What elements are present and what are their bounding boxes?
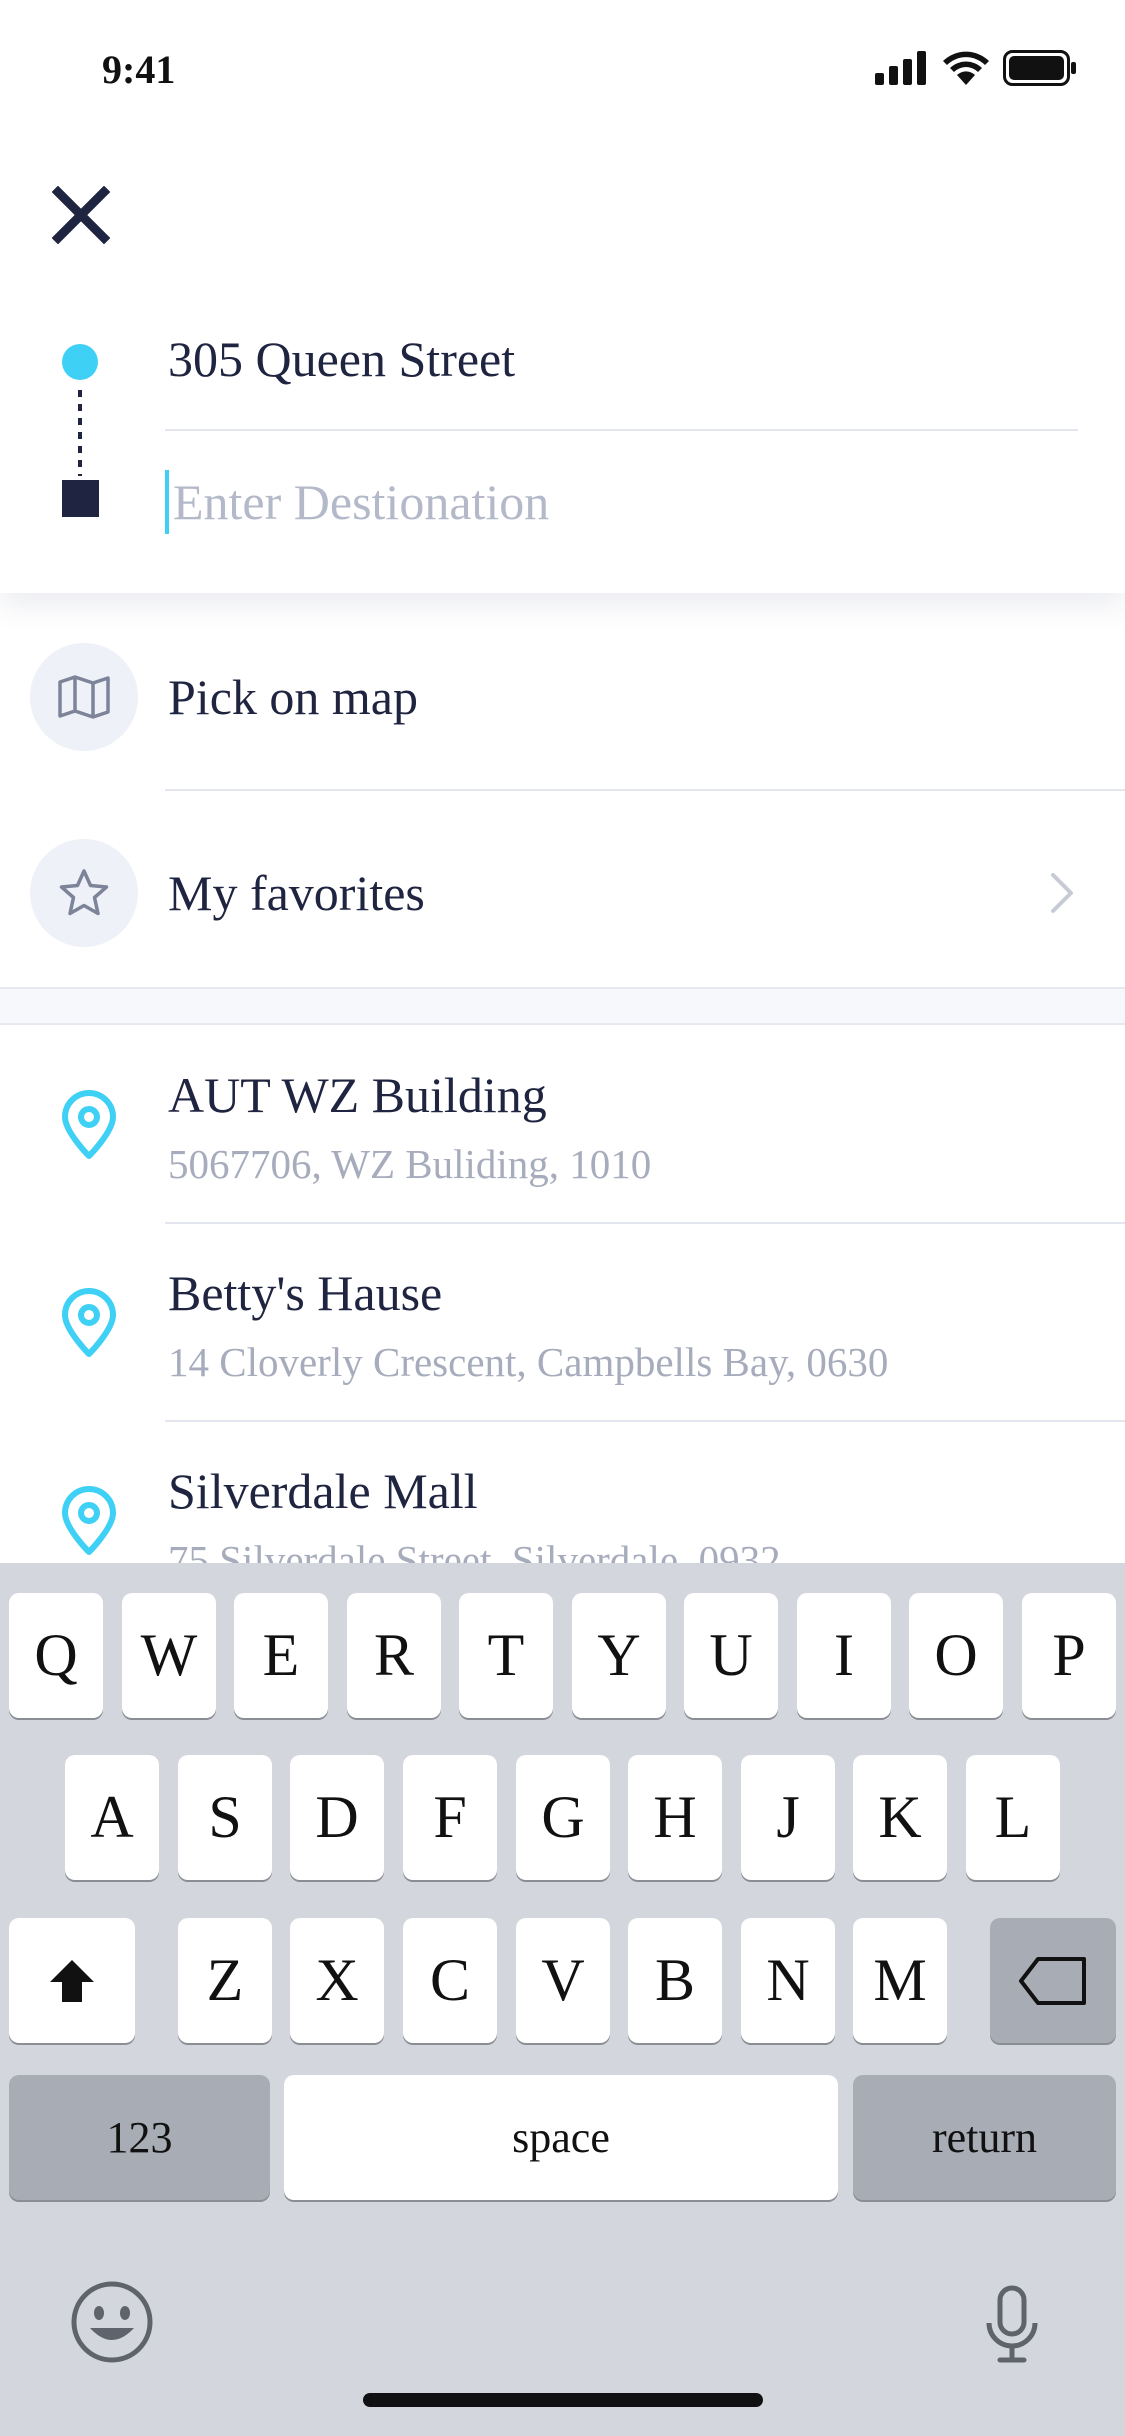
key-h[interactable]: H xyxy=(628,1755,722,1880)
emoji-icon[interactable] xyxy=(70,2280,154,2364)
battery-icon xyxy=(1003,50,1076,86)
key-n[interactable]: N xyxy=(741,1918,835,2043)
key-c[interactable]: C xyxy=(403,1918,497,2043)
place-address: 5067706, WZ Buliding, 1010 xyxy=(168,1141,652,1187)
map-icon-badge xyxy=(30,643,138,751)
key-y[interactable]: Y xyxy=(572,1593,666,1718)
key-d[interactable]: D xyxy=(290,1755,384,1880)
key-g[interactable]: G xyxy=(516,1755,610,1880)
delete-key[interactable] xyxy=(990,1918,1116,2043)
numbers-key[interactable]: 123 xyxy=(9,2075,270,2200)
key-j[interactable]: J xyxy=(741,1755,835,1880)
shift-key[interactable] xyxy=(9,1918,135,2043)
key-m[interactable]: M xyxy=(853,1918,947,2043)
close-button[interactable] xyxy=(46,180,116,250)
close-icon xyxy=(52,186,110,244)
key-r[interactable]: R xyxy=(347,1593,441,1718)
option-label: Pick on map xyxy=(168,669,418,725)
star-icon xyxy=(59,869,109,916)
place-title: Betty's Hause xyxy=(168,1265,443,1321)
recent-place-row[interactable]: AUT WZ Building 5067706, WZ Buliding, 10… xyxy=(0,1024,1125,1222)
star-icon-badge xyxy=(30,839,138,947)
location-pin-icon xyxy=(62,1486,116,1555)
map-icon xyxy=(58,675,110,719)
location-pin-icon xyxy=(62,1090,116,1159)
divider xyxy=(165,789,1125,791)
backspace-icon xyxy=(1019,1956,1086,2005)
divider xyxy=(165,429,1078,431)
status-icons xyxy=(875,50,1077,86)
origin-marker-icon xyxy=(62,344,98,380)
pick-on-map-row[interactable]: Pick on map xyxy=(0,599,1125,795)
home-indicator xyxy=(363,2393,763,2407)
key-k[interactable]: K xyxy=(853,1755,947,1880)
key-a[interactable]: A xyxy=(65,1755,159,1880)
microphone-icon[interactable] xyxy=(984,2285,1040,2365)
key-t[interactable]: T xyxy=(459,1593,553,1718)
wifi-icon xyxy=(943,51,989,85)
key-s[interactable]: S xyxy=(178,1755,272,1880)
key-b[interactable]: B xyxy=(628,1918,722,2043)
space-key[interactable]: space xyxy=(284,2075,838,2200)
route-header: 9:41 305 Queen Street xyxy=(0,0,1125,593)
origin-field[interactable]: 305 Queen Street xyxy=(168,330,515,388)
place-address: 14 Cloverly Crescent, Campbells Bay, 063… xyxy=(168,1339,889,1385)
key-q[interactable]: Q xyxy=(9,1593,103,1718)
key-o[interactable]: O xyxy=(909,1593,1003,1718)
key-l[interactable]: L xyxy=(966,1755,1060,1880)
key-x[interactable]: X xyxy=(290,1918,384,2043)
key-f[interactable]: F xyxy=(403,1755,497,1880)
location-pin-icon xyxy=(62,1288,116,1357)
keyboard: Q W E R T Y U I O P A S D F G H J K L Z … xyxy=(0,1563,1125,2436)
key-i[interactable]: I xyxy=(797,1593,891,1718)
recent-place-row[interactable]: Betty's Hause 14 Cloverly Crescent, Camp… xyxy=(0,1224,1125,1422)
section-separator xyxy=(0,987,1125,1025)
key-e[interactable]: E xyxy=(234,1593,328,1718)
return-key[interactable]: return xyxy=(853,2075,1116,2200)
signal-icon xyxy=(875,51,926,85)
key-v[interactable]: V xyxy=(516,1918,610,2043)
place-title: AUT WZ Building xyxy=(168,1067,547,1123)
destination-input[interactable] xyxy=(165,470,1073,534)
route-line xyxy=(78,390,82,476)
option-label: My favorites xyxy=(168,865,425,921)
key-u[interactable]: U xyxy=(684,1593,778,1718)
place-title: Silverdale Mall xyxy=(168,1463,478,1519)
key-w[interactable]: W xyxy=(122,1593,216,1718)
my-favorites-row[interactable]: My favorites xyxy=(0,795,1125,991)
key-p[interactable]: P xyxy=(1022,1593,1116,1718)
key-z[interactable]: Z xyxy=(178,1918,272,2043)
chevron-right-icon xyxy=(1051,873,1073,913)
destination-marker-icon xyxy=(62,480,99,517)
shift-icon xyxy=(50,1959,94,2002)
status-time: 9:41 xyxy=(102,47,176,92)
